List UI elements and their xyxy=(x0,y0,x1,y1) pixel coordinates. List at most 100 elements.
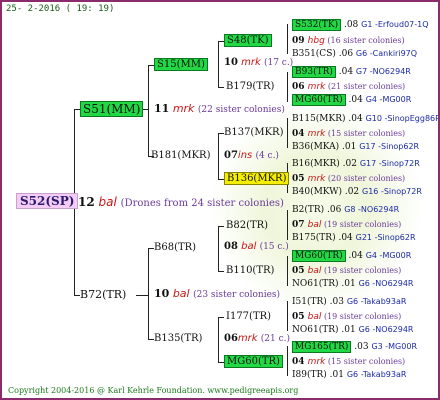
leaf-row: MG165(TR) .03 G3 -MG00R xyxy=(292,340,417,354)
leaf-value: .02 xyxy=(339,159,360,169)
leaf-code: G17 -Sinop72R xyxy=(359,159,420,168)
s51-label: S51(MM) xyxy=(80,101,144,117)
leaf-drone-note: (15 sister colonies) xyxy=(325,129,406,138)
leaf-value: .03 xyxy=(326,297,347,307)
leaf-value: .04 xyxy=(345,114,366,124)
leaf-drone-mark: mrk xyxy=(307,82,326,92)
leaf-row: MG60(TR) .04 G4 -MG00R xyxy=(292,93,411,107)
leaf-row: B351(CS) .06 G6 -Cankiri97Q xyxy=(292,47,417,61)
leaf-code: G6 -Takab93aR xyxy=(346,297,407,306)
leaf-drone-note: (20 sister colonies) xyxy=(325,174,406,183)
leaf-drone-num: 05 xyxy=(292,312,308,322)
leaf-code: G4 -MG00R xyxy=(365,95,412,104)
leaf-drone-mark: mrk xyxy=(307,174,326,184)
leaf-row: 07 bal (19 sister colonies) xyxy=(292,218,401,232)
leaf-code: G6 -Cankiri97Q xyxy=(355,49,418,58)
leaf-row: B93(TR) .04 G7 -NO6294R xyxy=(292,65,411,79)
b137-label: B137(MKR) xyxy=(224,127,284,138)
leaf-queen-label: S532(TK) xyxy=(292,19,342,31)
leaf-code: G1 -Erfoud07-1Q xyxy=(361,20,429,29)
leaf-drone-note: (15 sister colonies) xyxy=(325,357,406,366)
leaf-drone-num: 07 xyxy=(292,220,308,230)
leaf-queen-label: MG60(TR) xyxy=(292,250,346,262)
leaf-row: 05 bal (19 sister colonies) xyxy=(292,310,401,324)
i177-label: I177(TR) xyxy=(226,311,272,322)
leaf-drone-mark: bal xyxy=(307,312,322,322)
leaf-code: G6 -NO6294R xyxy=(358,325,414,334)
leaf-queen-label: B175(TR) xyxy=(292,233,336,243)
root-drone-info: 12 bal (Drones from 24 sister colonies) xyxy=(78,195,284,209)
leaf-row: NO61(TR) .01 G6 -NO6294R xyxy=(292,277,413,291)
leaf-value: .01 xyxy=(326,370,347,380)
leaf-value: .06 xyxy=(324,205,345,215)
leaf-value: .03 xyxy=(351,342,372,352)
leaf-row: B36(MKA) .01 G17 -Sinop62R xyxy=(292,140,419,154)
s48-drone-info: 10 mrk (17 c.) xyxy=(224,57,294,68)
i177-drone-info: 06mrk (21 c.) xyxy=(224,333,291,344)
leaf-code: G10 -SinopEgg86R xyxy=(365,114,440,123)
leaf-row: S532(TK) .08 G1 -Erfoud07-1Q xyxy=(292,18,429,32)
date-header: 25- 2-2016 ( 19: 19) xyxy=(6,4,115,14)
leaf-drone-num: 05 xyxy=(292,266,308,276)
leaf-code: G6 -Takab93aR xyxy=(346,370,407,379)
leaf-drone-mark: mrk xyxy=(307,129,326,139)
leaf-code: G21 -Sinop62R xyxy=(355,233,416,242)
b135-label: B135(TR) xyxy=(154,333,203,344)
leaf-code: G3 -MG00R xyxy=(371,342,417,351)
leaf-queen-label: B2(TR) xyxy=(292,205,325,215)
leaf-drone-note: (19 sister colonies) xyxy=(321,266,402,275)
b137-drone-info: 07ins (4 c.) xyxy=(224,150,279,161)
leaf-drone-mark: bal xyxy=(307,266,322,276)
leaf-drone-note: (19 sister colonies) xyxy=(321,312,402,321)
leaf-value: .01 xyxy=(339,142,360,152)
leaf-row: B115(MKR) .04 G10 -SinopEgg86R xyxy=(292,112,440,126)
leaf-drone-num: 05 xyxy=(292,174,308,184)
leaf-row: 05 bal (19 sister colonies) xyxy=(292,264,401,278)
leaf-queen-label: I51(TR) xyxy=(292,297,327,307)
leaf-drone-num: 04 xyxy=(292,357,308,367)
leaf-code: G8 -NO6294R xyxy=(344,205,400,214)
leaf-value: .04 xyxy=(335,67,356,77)
leaf-row: 05 mrk (20 sister colonies) xyxy=(292,172,405,186)
leaf-drone-mark: hbg xyxy=(307,36,325,46)
leaf-row: B40(MKW) .02 G16 -Sinop72R xyxy=(292,185,422,199)
leaf-queen-label: B40(MKW) xyxy=(292,187,342,197)
copyright-footer: Copyright 2004-2016 @ Karl Kehrle Founda… xyxy=(8,386,299,395)
b181-label: B181(MKR) xyxy=(151,150,211,161)
leaf-value: .02 xyxy=(341,187,363,197)
leaf-drone-num: 09 xyxy=(292,36,308,46)
leaf-queen-label: B115(MKR) xyxy=(292,114,346,124)
leaf-value: .04 xyxy=(345,251,366,261)
leaf-value: .04 xyxy=(335,233,356,243)
leaf-queen-label: B36(MKA) xyxy=(292,142,340,152)
leaf-code: G16 -Sinop72R xyxy=(362,187,422,196)
leaf-value: .01 xyxy=(338,279,359,289)
leaf-code: G4 -MG00R xyxy=(365,251,412,260)
b72-drone-info: 10 bal (23 sister colonies) xyxy=(154,287,281,300)
root-queen-label: S52(SP) xyxy=(16,193,79,209)
leaf-queen-label: B16(MKR) xyxy=(292,159,340,169)
leaf-row: B175(TR) .04 G21 -Sinop62R xyxy=(292,231,416,245)
leaf-drone-note: (19 sister colonies) xyxy=(321,220,402,229)
leaf-queen-label: MG60(TR) xyxy=(292,94,346,106)
leaf-queen-label: NO61(TR) xyxy=(292,279,339,289)
s48-label: S48(TK) xyxy=(224,34,272,47)
pedigree-frame: 25- 2-2016 ( 19: 19) S52(SP) 12 bal (Dro… xyxy=(0,0,440,400)
b82-label: B82(TR) xyxy=(226,220,269,231)
leaf-row: 06 mrk (21 sister colonies) xyxy=(292,80,405,94)
leaf-row: B2(TR) .06 G8 -NO6294R xyxy=(292,203,399,217)
leaf-value: .01 xyxy=(338,325,359,335)
leaf-queen-label: B351(CS) xyxy=(292,49,336,59)
s15-label: S15(MM) xyxy=(154,58,208,71)
leaf-drone-num: 04 xyxy=(292,129,308,139)
leaf-queen-label: MG165(TR) xyxy=(292,341,352,353)
b110-label: B110(TR) xyxy=(226,265,275,276)
leaf-code: G17 -Sinop62R xyxy=(359,142,420,151)
b179-label: B179(TR) xyxy=(226,81,275,92)
leaf-queen-label: NO61(TR) xyxy=(292,325,339,335)
leaf-value: .06 xyxy=(335,49,356,59)
leaf-row: B16(MKR) .02 G17 -Sinop72R xyxy=(292,157,420,171)
leaf-drone-note: (16 sister colonies) xyxy=(324,36,405,45)
leaf-row: MG60(TR) .04 G4 -MG00R xyxy=(292,249,411,263)
leaf-row: 04 mrk (15 sister colonies) xyxy=(292,127,405,141)
